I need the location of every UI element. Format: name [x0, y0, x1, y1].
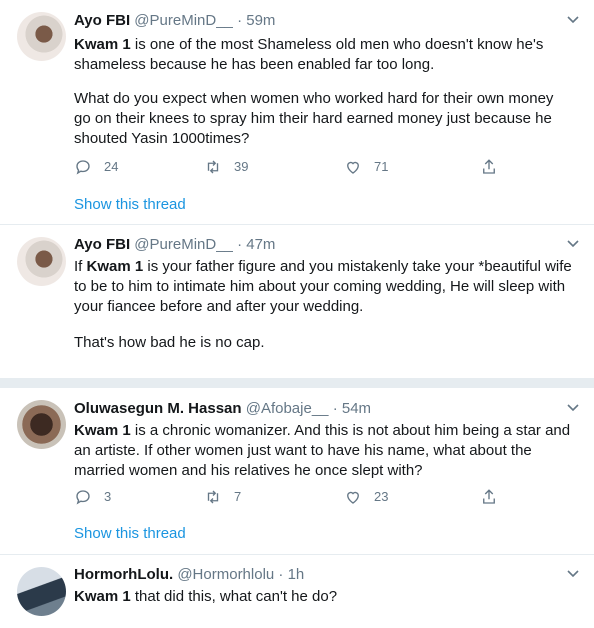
chevron-down-icon[interactable] [566, 14, 580, 28]
mention-keyword: Kwam 1 [74, 36, 131, 53]
author-handle[interactable]: @Hormorhlolu [177, 566, 274, 583]
tweet-text-paragraph: That's how bad he is no cap. [74, 334, 265, 351]
tweet-header: Ayo FBI @PureMinD__ · 47m [74, 235, 275, 255]
retweet-button[interactable]: 7 [204, 487, 241, 507]
share-icon [483, 159, 495, 174]
author-name[interactable]: Ayo FBI [74, 12, 130, 29]
retweet-icon [207, 490, 219, 504]
author-name[interactable]: Oluwasegun M. Hassan [74, 400, 242, 417]
author-handle[interactable]: @Afobaje__ [246, 400, 329, 417]
tweet-text-part: If [74, 258, 87, 275]
heart-icon [347, 161, 359, 174]
like-count: 23 [374, 489, 389, 504]
section-gap [0, 378, 594, 388]
tweet-text: Kwam 1 that did this, what can't he do? [74, 587, 574, 607]
retweet-icon [207, 160, 219, 174]
tweet[interactable]: HormorhLolu. @Hormorhlolu · 1h Kwam 1 th… [0, 555, 594, 628]
tweet-actions: 24 39 71 [74, 157, 514, 177]
timestamp[interactable]: · 47m [237, 236, 275, 253]
tweet[interactable]: Ayo FBI @PureMinD__ · 47m If Kwam 1 is y… [0, 225, 594, 370]
author-handle[interactable]: @PureMinD__ [134, 12, 233, 29]
reply-button[interactable]: 3 [74, 487, 111, 507]
like-button[interactable]: 71 [344, 157, 388, 177]
reply-button[interactable]: 24 [74, 157, 118, 177]
reply-count: 3 [104, 489, 112, 504]
heart-icon [347, 491, 359, 504]
tweet-text-part: is a chronic womanizer. And this is not … [74, 422, 575, 479]
reply-count: 24 [104, 159, 119, 174]
avatar[interactable] [17, 400, 66, 449]
chevron-down-icon[interactable] [566, 402, 580, 416]
tweet-actions: 3 7 23 [74, 487, 514, 507]
author-handle[interactable]: @PureMinD__ [134, 236, 233, 253]
timestamp[interactable]: · 54m [333, 400, 371, 417]
author-name[interactable]: Ayo FBI [74, 236, 130, 253]
reply-icon [76, 160, 90, 175]
timestamp[interactable]: · 1h [278, 566, 304, 583]
share-button[interactable] [480, 157, 510, 177]
author-name[interactable]: HormorhLolu. [74, 566, 173, 583]
tweet-text-part: is your father figure and you mistakenly… [74, 258, 576, 315]
tweet-text-part: is one of the most Shameless old men who… [74, 36, 548, 73]
tweet-text: Kwam 1 is a chronic womanizer. And this … [74, 421, 574, 481]
share-button[interactable] [480, 487, 510, 507]
tweet-header: HormorhLolu. @Hormorhlolu · 1h [74, 565, 304, 585]
tweet-header: Ayo FBI @PureMinD__ · 59m [74, 11, 275, 31]
tweet[interactable]: Oluwasegun M. Hassan @Afobaje__ · 54m Kw… [0, 388, 594, 554]
tweet-text: Kwam 1 is one of the most Shameless old … [74, 35, 574, 75]
timestamp[interactable]: · 59m [237, 12, 275, 29]
share-icon [483, 489, 495, 504]
mention-keyword: Kwam 1 [74, 422, 131, 439]
tweet-text-paragraph: What do you expect when women who worked… [74, 90, 558, 147]
timeline-feed: Ayo FBI @PureMinD__ · 59m Kwam 1 is one … [0, 0, 594, 628]
show-thread-link[interactable]: Show this thread [74, 195, 186, 215]
retweet-count: 7 [234, 489, 242, 504]
retweet-button[interactable]: 39 [204, 157, 248, 177]
reply-icon [76, 490, 90, 505]
tweet-text-part: that did this, what can't he do? [130, 588, 338, 605]
like-button[interactable]: 23 [344, 487, 388, 507]
avatar[interactable] [17, 567, 66, 616]
tweet-text: If Kwam 1 is your father figure and you … [74, 257, 574, 317]
avatar[interactable] [17, 12, 66, 61]
show-thread-link[interactable]: Show this thread [74, 524, 186, 544]
tweet[interactable]: Ayo FBI @PureMinD__ · 59m Kwam 1 is one … [0, 0, 594, 224]
retweet-count: 39 [234, 159, 249, 174]
mention-keyword: Kwam 1 [74, 588, 131, 605]
chevron-down-icon[interactable] [566, 568, 580, 582]
like-count: 71 [374, 159, 389, 174]
avatar[interactable] [17, 237, 66, 286]
mention-keyword: Kwam 1 [86, 258, 144, 275]
tweet-header: Oluwasegun M. Hassan @Afobaje__ · 54m [74, 399, 371, 419]
chevron-down-icon[interactable] [566, 238, 580, 252]
